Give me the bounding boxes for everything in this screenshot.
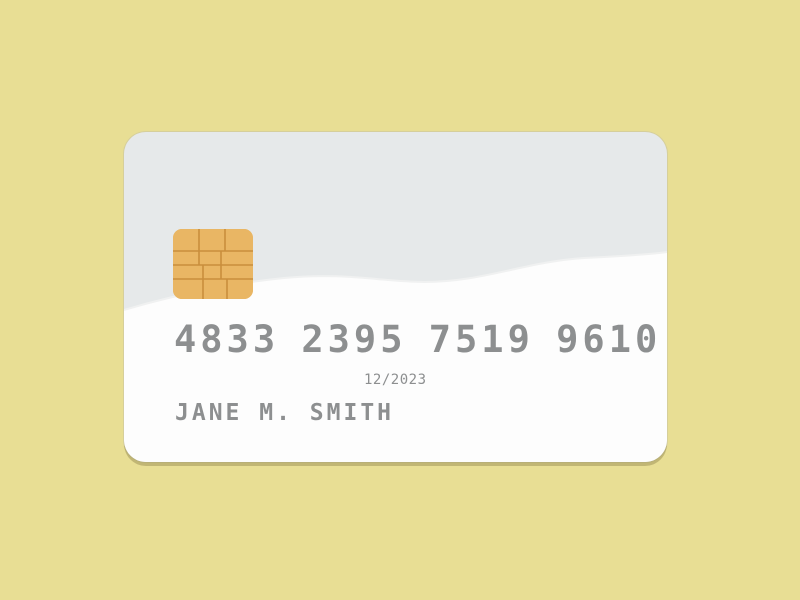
expiry-date: 12/2023 [364,372,427,388]
card-number: 4833 2395 7519 9610 [174,318,662,361]
cardholder-name: JANE M. SMITH [175,400,395,426]
credit-card: 4833 2395 7519 9610 12/2023 JANE M. SMIT… [124,132,667,462]
scene: 4833 2395 7519 9610 12/2023 JANE M. SMIT… [0,0,800,600]
emv-chip-icon [173,229,253,299]
